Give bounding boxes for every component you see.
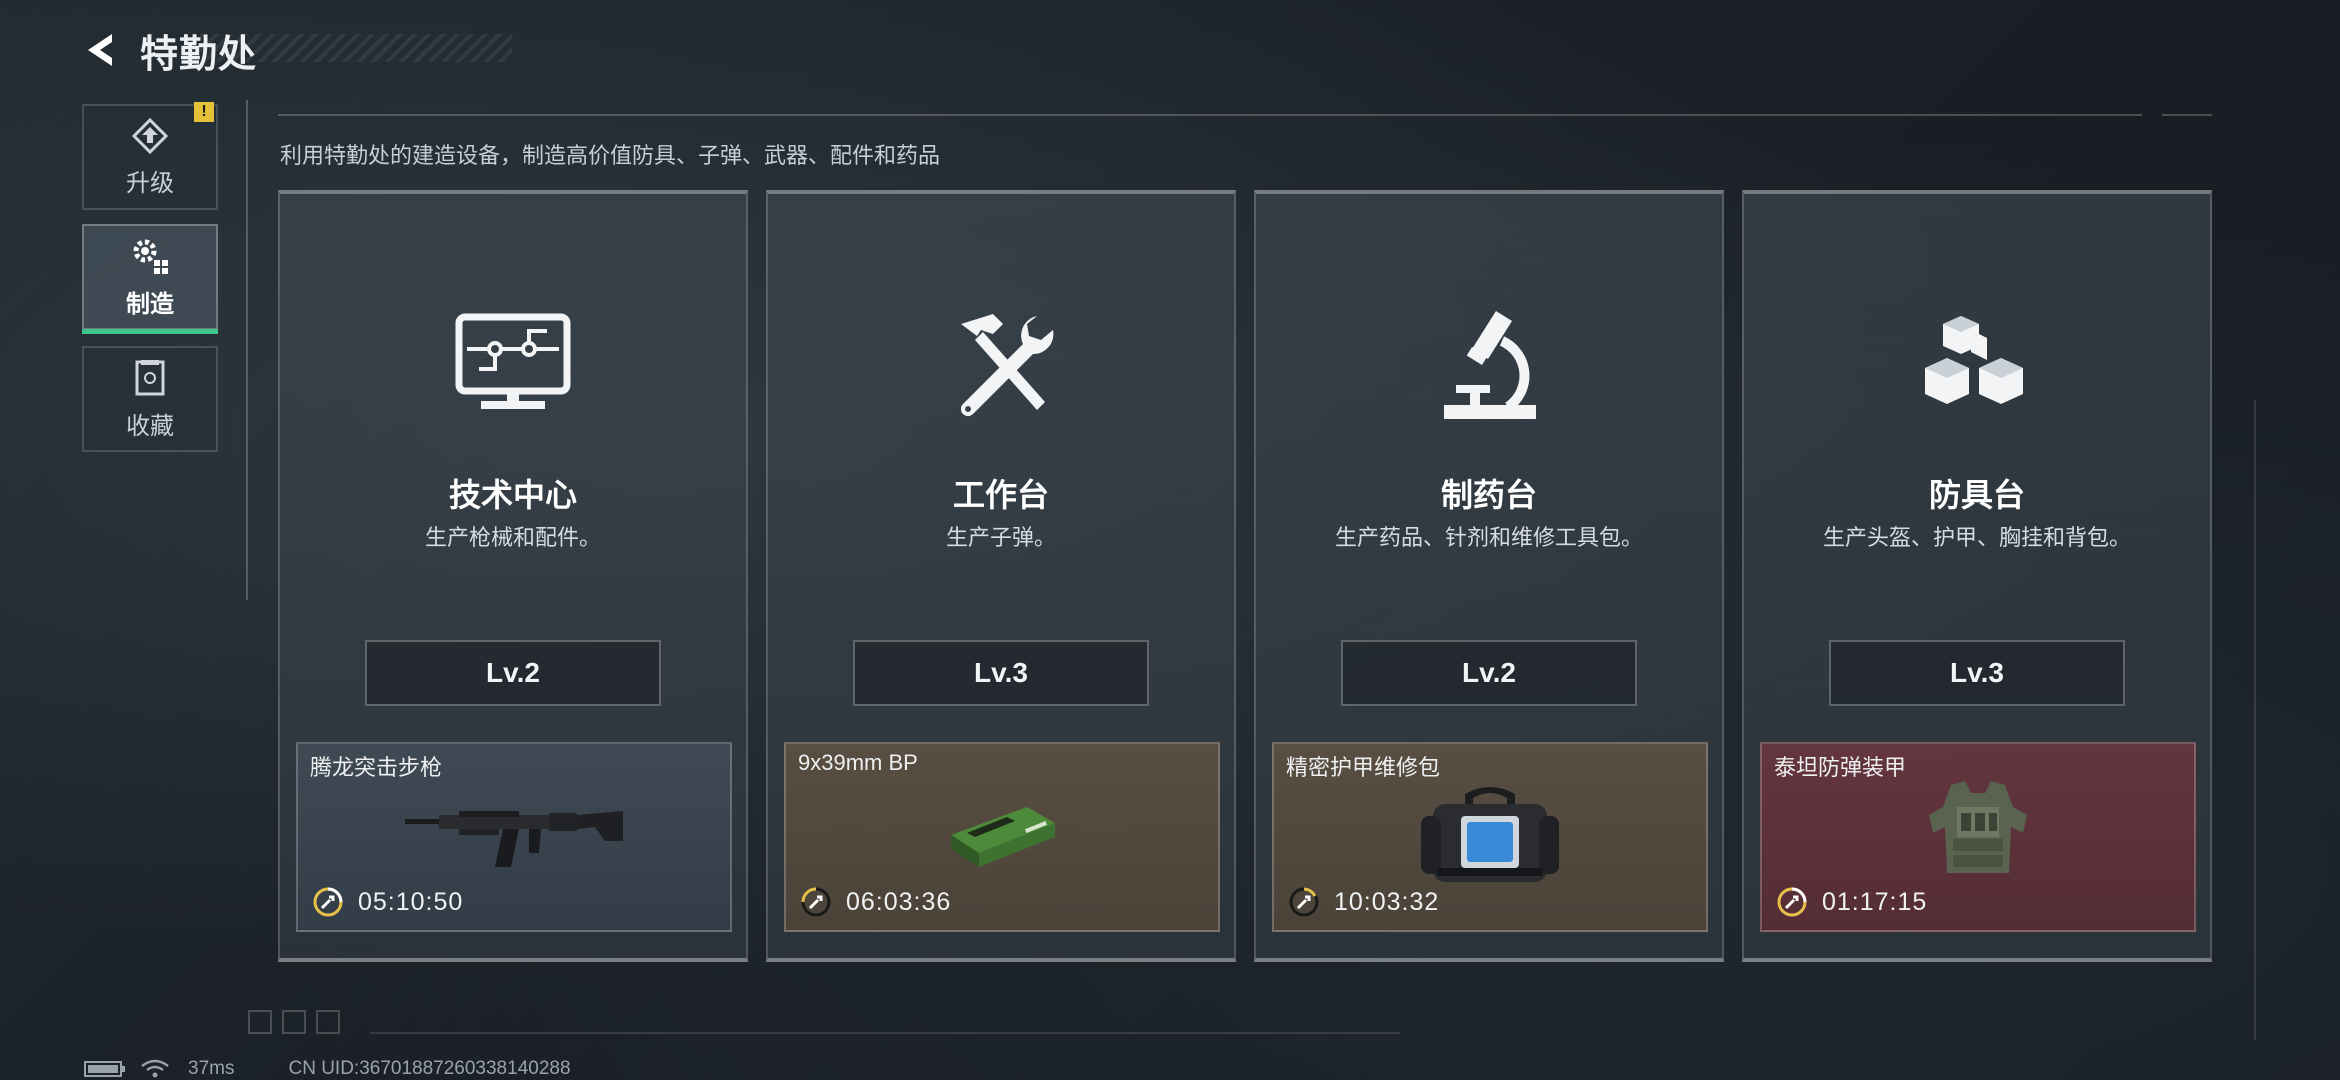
station-description: 生产子弹。 (945, 525, 1056, 550)
level-button[interactable]: Lv.2 (365, 640, 661, 706)
divider-line (2162, 114, 2212, 116)
crafting-item-name: 泰坦防弹装甲 (1774, 755, 1907, 780)
station-description: 生产枪械和配件。 (424, 525, 601, 550)
level-button[interactable]: Lv.3 (853, 640, 1149, 706)
sidebar-item-label: 收藏 (126, 412, 174, 440)
monitor-circuit-icon (451, 304, 575, 428)
upgrade-icon (131, 117, 169, 154)
assault-rifle-icon (394, 780, 634, 890)
sidebar-item-craft[interactable]: 制造 (82, 224, 218, 334)
sidebar-item-label: 制造 (126, 290, 174, 318)
station-card-workbench[interactable]: 工作台 生产子弹。 Lv.3 9x39mm BP 06:03:36 (766, 190, 1236, 962)
crafting-timer: 01:17:15 (1776, 886, 1927, 918)
header: 特勤处 (80, 24, 257, 76)
crafting-slot[interactable]: 泰坦防弹装甲 01:17:15 (1760, 742, 2196, 932)
sidebar-item-collection[interactable]: 收藏 (82, 346, 218, 452)
crafting-timer: 05:10:50 (312, 886, 463, 918)
ammo-box-icon (882, 780, 1122, 890)
crafting-time-remaining: 05:10:50 (358, 887, 464, 916)
divider-line (2254, 400, 2256, 1040)
page-description: 利用特勤处的建造设备，制造高价值防具、子弹、武器、配件和药品 (280, 143, 941, 168)
crafting-item-name: 腾龙突击步枪 (310, 755, 443, 780)
station-description: 生产药品、针剂和维修工具包。 (1334, 525, 1643, 550)
gears-icon (133, 239, 168, 274)
divider-line (278, 114, 2142, 116)
divider-line (246, 100, 248, 600)
back-button[interactable] (80, 28, 124, 72)
wrench-timer-icon (1776, 886, 1808, 918)
repair-bag-icon (1370, 780, 1610, 890)
crafting-item-name: 9x39mm BP (798, 750, 918, 775)
crafting-timer: 06:03:36 (800, 886, 951, 918)
sidebar-item-upgrade[interactable]: ! 升级 (82, 102, 218, 210)
deco-square (282, 1010, 306, 1034)
station-card-armor-bench[interactable]: 防具台 生产头盔、护甲、胸挂和背包。 Lv.3 泰坦防弹装甲 01:17:15 (1742, 190, 2212, 962)
station-name: 制药台 (1440, 477, 1537, 513)
level-button[interactable]: Lv.3 (1829, 640, 2125, 706)
wifi-icon (141, 1059, 169, 1078)
status-bar: 37ms CN UID:36701887260338140288 (84, 1058, 571, 1080)
station-name: 技术中心 (448, 477, 577, 513)
wrench-timer-icon (800, 886, 832, 918)
divider-line (370, 1032, 1400, 1034)
crafting-time-remaining: 06:03:36 (846, 887, 952, 916)
page-title: 特勤处 (140, 33, 258, 76)
station-description: 生产头盔、护甲、胸挂和背包。 (1822, 525, 2131, 550)
level-button[interactable]: Lv.2 (1341, 640, 1637, 706)
battery-icon (84, 1061, 125, 1077)
ping-text: 37ms (188, 1058, 235, 1079)
station-card-pharmacy[interactable]: 制药台 生产药品、针剂和维修工具包。 Lv.2 精密护甲维修包 10:03:32 (1254, 190, 1724, 962)
screen: 特勤处 ! 升级 制造 收藏 利用特勤处的建造设备，制造高价值防具、子弹、武器、… (0, 0, 2340, 1080)
uid-text: CN UID:36701887260338140288 (288, 1058, 571, 1079)
back-arrow-icon (88, 34, 112, 66)
crafting-slot[interactable]: 9x39mm BP 06:03:36 (784, 742, 1220, 932)
crafting-time-remaining: 10:03:32 (1334, 887, 1440, 916)
wrench-timer-icon (312, 886, 344, 918)
crafting-slot[interactable]: 精密护甲维修包 10:03:32 (1272, 742, 1708, 932)
hammer-wrench-icon (939, 304, 1063, 428)
body-armor-icon (1858, 780, 2098, 890)
alert-badge: ! (194, 102, 214, 122)
crafting-time-remaining: 01:17:15 (1822, 887, 1928, 916)
crafting-item-name: 精密护甲维修包 (1286, 755, 1441, 780)
deco-square (316, 1010, 340, 1034)
station-card-tech-center[interactable]: 技术中心 生产枪械和配件。 Lv.2 腾龙突击步枪 05:10:50 (278, 190, 748, 962)
wrench-timer-icon (1288, 886, 1320, 918)
cubes-icon (1915, 304, 2039, 428)
sidebar-item-label: 升级 (126, 169, 174, 197)
collection-icon (135, 359, 165, 395)
station-name: 工作台 (952, 477, 1049, 513)
crafting-slot[interactable]: 腾龙突击步枪 05:10:50 (296, 742, 732, 932)
deco-square (248, 1010, 272, 1034)
microscope-icon (1427, 304, 1551, 428)
crafting-timer: 10:03:32 (1288, 886, 1439, 918)
station-name: 防具台 (1928, 477, 2025, 513)
